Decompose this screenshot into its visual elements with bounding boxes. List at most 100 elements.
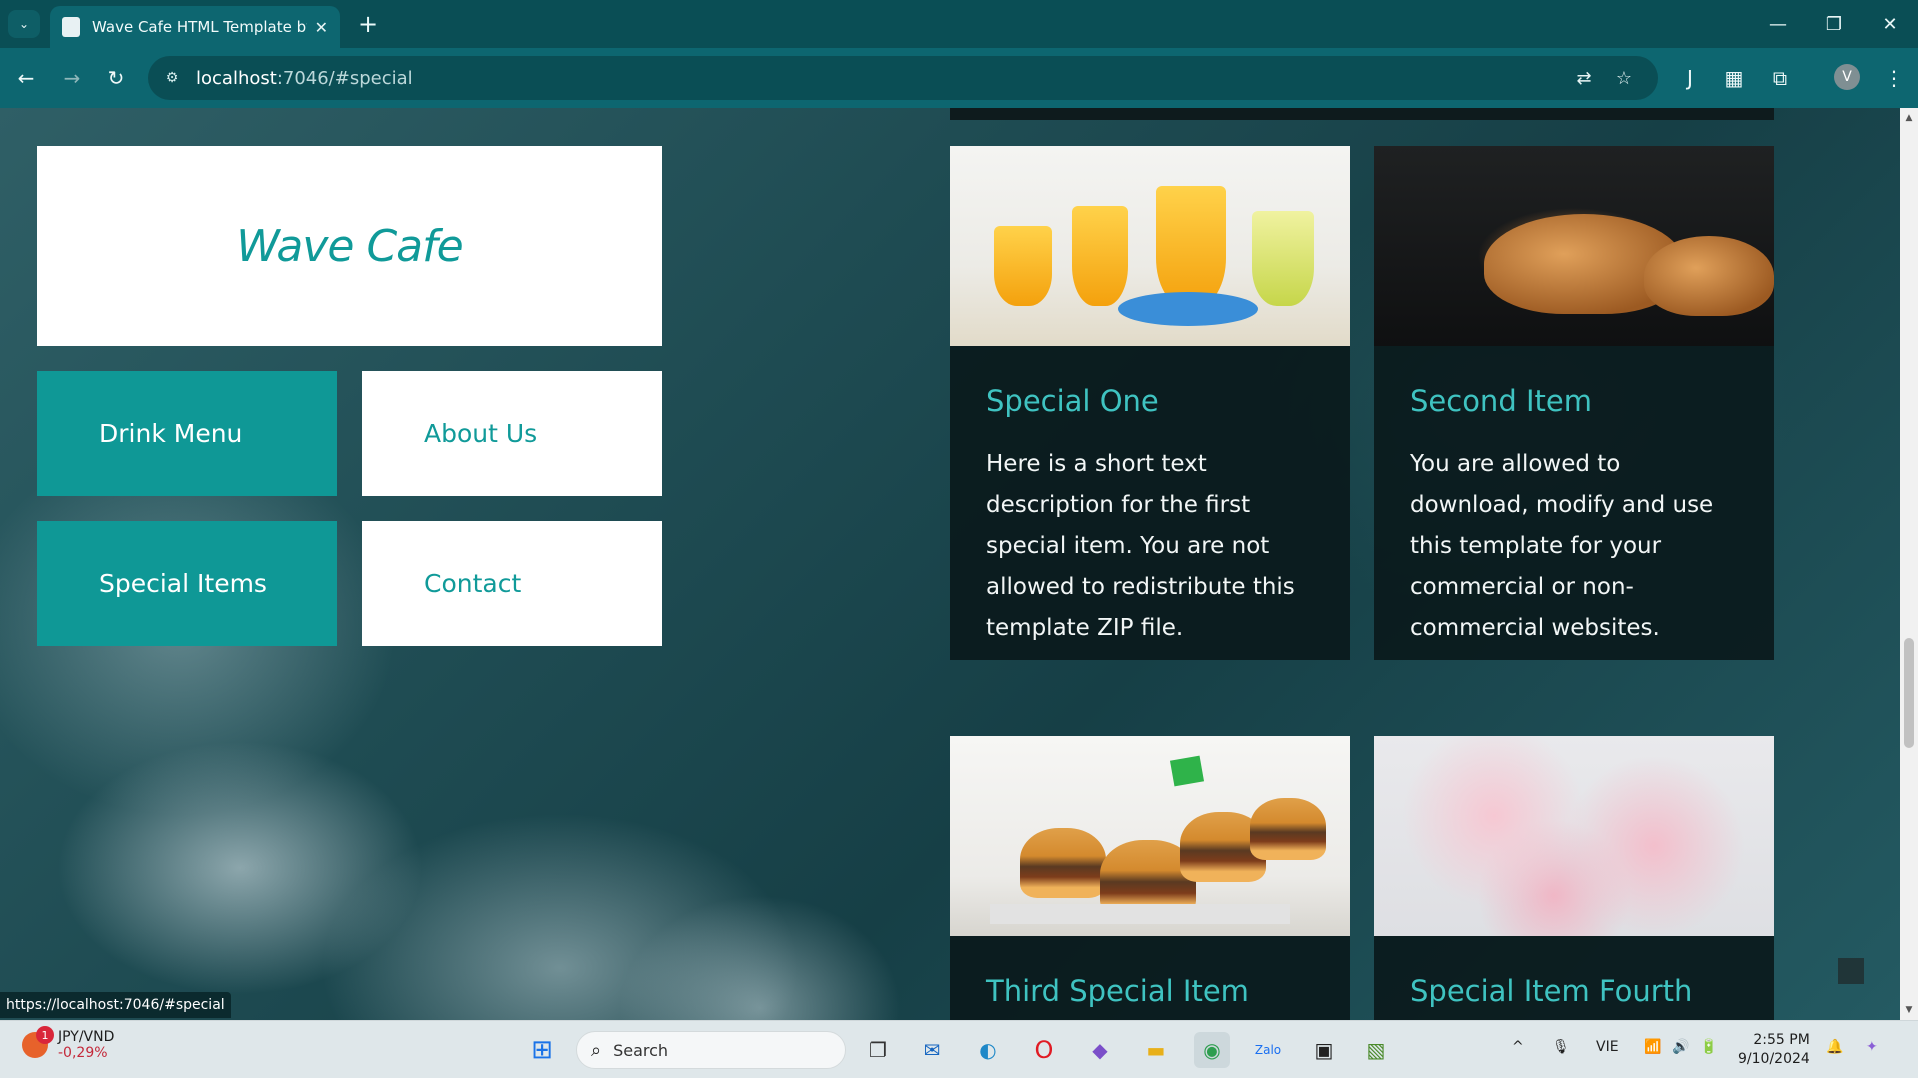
browser-menu-icon[interactable]: ⋮ (1880, 64, 1908, 92)
arrow-left-icon: ← (17, 66, 35, 90)
close-tab-icon[interactable]: ✕ (315, 18, 328, 37)
tab-search-button[interactable]: ⌄ (8, 10, 40, 38)
burger-shape (1020, 828, 1106, 898)
terminal-icon[interactable]: ▣ (1306, 1032, 1342, 1068)
arrow-right-icon: → (63, 66, 81, 90)
special-card: Third Special Item (950, 736, 1350, 1020)
currency-widget[interactable]: 1 JPY/VND -0,29% (22, 1026, 115, 1061)
flag-icon (1169, 755, 1205, 787)
taskbar-search[interactable]: ⌕ Search (576, 1031, 846, 1069)
extension-j-icon[interactable]: J (1676, 64, 1704, 92)
special-card: Second Item You are allowed to download,… (1374, 146, 1774, 660)
nav-about-us[interactable]: About Us (362, 371, 662, 496)
chevron-down-icon: ⌄ (18, 17, 30, 31)
nav-label: Special Items (99, 569, 267, 598)
input-language[interactable]: VIE (1596, 1039, 1619, 1055)
card-title: Special One (986, 384, 1159, 418)
wifi-icon[interactable]: 📶 (1644, 1039, 1661, 1055)
burger-shape (1250, 798, 1326, 860)
nav-label: Drink Menu (99, 419, 243, 448)
copilot-icon[interactable]: ✦ (1866, 1039, 1878, 1055)
page-favicon-icon (62, 17, 80, 37)
photo-app-icon[interactable]: ▧ (1358, 1032, 1394, 1068)
card-title: Third Special Item (986, 974, 1249, 1008)
edge-browser-icon[interactable]: ◐ (970, 1032, 1006, 1068)
url-path: :7046/#special (276, 67, 413, 89)
show-hidden-icons-icon[interactable]: ^ (1512, 1039, 1524, 1055)
restore-window-button[interactable]: ❐ (1806, 0, 1862, 48)
nav-label: Contact (424, 569, 522, 598)
clock-date: 9/10/2024 (1738, 1051, 1810, 1067)
previous-card-edge (950, 108, 1774, 120)
croissants-image (1374, 146, 1774, 346)
special-card: Special One Here is a short text descrip… (950, 146, 1350, 660)
clock-time: 2:55 PM (1753, 1032, 1810, 1048)
nav-label: About Us (424, 419, 538, 448)
logo-box[interactable]: Wave Cafe (37, 146, 662, 346)
burgers-image (950, 736, 1350, 936)
back-button[interactable]: ← (10, 62, 42, 94)
site-info-icon[interactable]: ⚙ (162, 68, 182, 88)
volume-icon[interactable]: 🔊 (1672, 1039, 1689, 1055)
notification-badge: 1 (36, 1026, 54, 1044)
browser-tab-bar: ⌄ Wave Cafe HTML Template by T ✕ + — ❐ ✕ (0, 0, 1918, 48)
search-label: Search (613, 1040, 669, 1060)
opera-icon[interactable]: O (1026, 1032, 1062, 1068)
meringues-image (1374, 736, 1774, 936)
currency-pair: JPY/VND (58, 1029, 115, 1045)
extensions-puzzle-icon[interactable]: ⧉ (1766, 64, 1794, 92)
scroll-down-icon[interactable]: ▼ (1900, 1002, 1918, 1018)
url-host: localhost (196, 67, 277, 89)
scroll-up-icon[interactable]: ▲ (1900, 110, 1918, 126)
juice-glass-shape (1252, 211, 1314, 306)
orange-juice-image (950, 146, 1350, 346)
microphone-icon[interactable]: 🎙 (1552, 1039, 1570, 1055)
juice-glass-shape (1072, 206, 1128, 306)
profile-avatar[interactable]: V (1834, 64, 1860, 90)
reload-button[interactable]: ↻ (100, 62, 132, 94)
qr-code-icon[interactable]: ▦ (1720, 64, 1748, 92)
currency-widget-icon: 1 (22, 1026, 54, 1058)
croissant-shape (1644, 236, 1774, 316)
windows-start-icon[interactable]: ⊞ (524, 1032, 560, 1068)
notification-bell-icon[interactable]: 🔔 (1826, 1039, 1843, 1055)
system-clock[interactable]: 2:55 PM 9/10/2024 (1738, 1031, 1810, 1069)
card-description: Here is a short text description for the… (986, 451, 1295, 641)
currency-change: -0,29% (58, 1045, 108, 1061)
battery-icon[interactable]: 🔋 (1700, 1039, 1717, 1055)
juice-glass-shape (1156, 186, 1226, 306)
file-explorer-icon[interactable]: ▬ (1138, 1032, 1174, 1068)
serving-board-shape (990, 904, 1290, 924)
page-scrollbar[interactable]: ▲ ▼ (1900, 108, 1918, 1020)
special-card: Special Item Fourth (1374, 736, 1774, 1020)
search-icon: ⌕ (591, 1039, 602, 1061)
close-window-button[interactable]: ✕ (1862, 0, 1918, 48)
nav-special-items[interactable]: Special Items (37, 521, 337, 646)
browser-tab[interactable]: Wave Cafe HTML Template by T ✕ (50, 6, 340, 48)
new-tab-button[interactable]: + (352, 8, 384, 40)
nav-contact[interactable]: Contact (362, 521, 662, 646)
zalo-icon[interactable]: Zalo (1250, 1032, 1286, 1068)
bookmark-star-icon[interactable]: ☆ (1612, 66, 1636, 90)
windows-taskbar: 1 JPY/VND -0,29% ⊞ ⌕ Search ❐ ✉ ◐ O ◆ ▬ … (0, 1020, 1918, 1078)
task-view-icon[interactable]: ❐ (860, 1032, 896, 1068)
juice-glass-shape (994, 226, 1052, 306)
card-title: Special Item Fourth (1410, 974, 1693, 1008)
translate-icon[interactable]: ⇄ (1572, 66, 1596, 90)
status-bar-url: https://localhost:7046/#special (0, 992, 231, 1018)
tab-title: Wave Cafe HTML Template by T (92, 18, 307, 36)
card-title: Second Item (1410, 384, 1592, 418)
mail-icon[interactable]: ✉ (914, 1032, 950, 1068)
reload-icon: ↻ (107, 66, 125, 90)
blue-plate-shape (1118, 292, 1258, 326)
browser-toolbar: ← → ↻ ⚙ localhost:7046/#special ⇄ ☆ (0, 48, 1918, 108)
minimize-window-button[interactable]: — (1750, 0, 1806, 48)
visual-studio-icon[interactable]: ◆ (1082, 1032, 1118, 1068)
forward-button[interactable]: → (56, 62, 88, 94)
back-to-top-button[interactable] (1838, 958, 1864, 984)
chrome-icon[interactable]: ◉ (1194, 1032, 1230, 1068)
scrollbar-thumb[interactable] (1904, 638, 1914, 748)
nav-drink-menu[interactable]: Drink Menu (37, 371, 337, 496)
card-description: You are allowed to download, modify and … (1410, 451, 1714, 641)
address-bar[interactable]: ⚙ localhost:7046/#special ⇄ ☆ (148, 56, 1658, 100)
